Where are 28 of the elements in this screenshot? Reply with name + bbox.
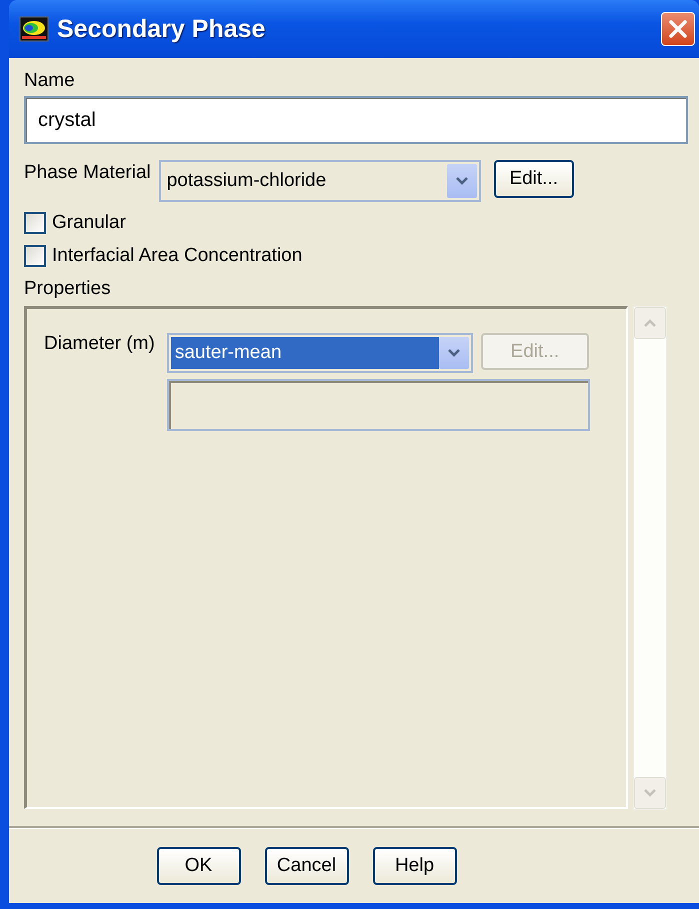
chevron-down-icon bbox=[642, 788, 658, 798]
dialog-button[interactable]: Cancel bbox=[264, 847, 348, 885]
chevron-down-icon bbox=[454, 175, 470, 187]
dropdown-arrow-button[interactable] bbox=[446, 164, 477, 198]
diameter-label: Diameter (m) bbox=[44, 333, 155, 355]
close-button[interactable] bbox=[661, 12, 695, 46]
checkbox-label: Interfacial Area Concentration bbox=[52, 245, 302, 267]
dialog-button[interactable]: Help bbox=[372, 847, 456, 885]
dropdown-value: potassium-chloride bbox=[166, 169, 328, 193]
chevron-down-icon bbox=[446, 347, 462, 359]
checkbox-label: Granular bbox=[52, 212, 126, 234]
dropdown-value: sauter-mean bbox=[170, 337, 439, 369]
name-field[interactable]: crystal bbox=[24, 96, 688, 144]
value-field[interactable] bbox=[166, 379, 590, 431]
properties-label: Properties bbox=[24, 278, 111, 300]
phase-material-dropdown[interactable]: potassium-chloride bbox=[158, 160, 481, 202]
edit-button[interactable]: Edit... bbox=[494, 160, 574, 198]
app-icon bbox=[19, 16, 49, 42]
dialog-button[interactable]: OK bbox=[156, 847, 240, 885]
chevron-up-icon bbox=[642, 318, 658, 328]
diameter-dropdown[interactable]: sauter-mean bbox=[166, 333, 473, 373]
phase-material-label: Phase Material bbox=[24, 162, 151, 184]
checkbox[interactable] bbox=[24, 245, 46, 267]
close-icon bbox=[667, 18, 689, 40]
window-title: Secondary Phase bbox=[57, 14, 266, 44]
checkbox[interactable] bbox=[24, 212, 46, 234]
dropdown-arrow-button[interactable] bbox=[438, 337, 469, 369]
name-label: Name bbox=[24, 70, 75, 92]
